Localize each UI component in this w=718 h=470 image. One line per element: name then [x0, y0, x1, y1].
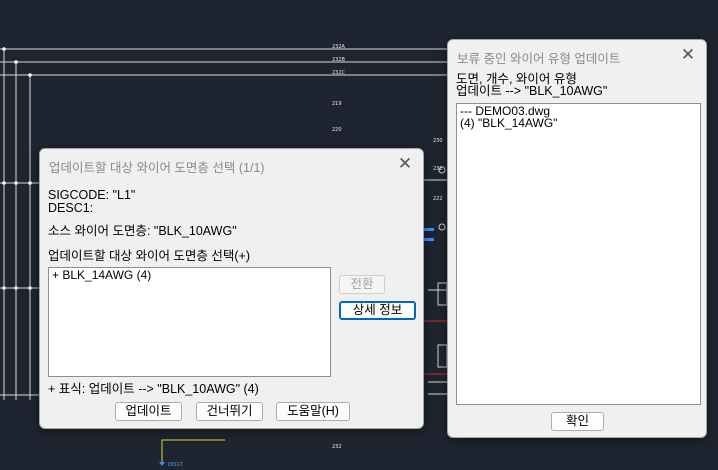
pending-updates-list[interactable]: --- DEMO03.dwg (4) "BLK_14AWG"	[456, 103, 701, 405]
cad-label: 222	[433, 196, 443, 202]
cad-label: 232	[332, 444, 342, 450]
update-target-layer-dialog: 업데이트할 대상 와이어 도면층 선택 (1/1) ✕ SIGCODE: "L1…	[39, 148, 424, 429]
cad-label: DIS17	[168, 462, 183, 468]
ok-button[interactable]: 확인	[551, 412, 604, 431]
dialog-titlebar[interactable]: 업데이트할 대상 와이어 도면층 선택 (1/1) ✕	[40, 149, 423, 179]
details-button[interactable]: 상세 정보	[339, 301, 416, 320]
dialog-titlebar[interactable]: 보류 중인 와이어 유형 업데이트 ✕	[448, 40, 706, 70]
target-layer-list[interactable]: + BLK_14AWG (4)	[48, 267, 331, 377]
target-layer-list-label: 업데이트할 대상 와이어 도면층 선택(+)	[48, 249, 251, 263]
cad-label: 232A	[332, 44, 346, 50]
close-icon[interactable]: ✕	[678, 45, 698, 65]
column-header-line2: 업데이트 --> "BLK_10AWG"	[456, 84, 608, 98]
cad-red-wires	[423, 320, 448, 375]
cad-junction-dots	[2, 47, 32, 290]
cad-label: 219	[332, 101, 342, 107]
cad-label: 232B	[332, 57, 346, 63]
cad-label: 230	[433, 138, 443, 144]
cad-label: 220	[332, 127, 342, 133]
dialog-title: 업데이트할 대상 와이어 도면층 선택 (1/1)	[49, 161, 265, 175]
help-button[interactable]: 도움말(H)	[276, 402, 350, 421]
pending-wire-type-updates-dialog: 보류 중인 와이어 유형 업데이트 ✕ 도면, 개수, 와이어 유형 업데이트 …	[447, 39, 707, 438]
source-layer-label: 소스 와이어 도면층: "BLK_10AWG"	[48, 224, 237, 238]
desc1-label: DESC1:	[48, 201, 94, 215]
marker-legend: + 표식: 업데이트 --> "BLK_10AWG" (4)	[48, 382, 259, 396]
list-item[interactable]: + BLK_14AWG (4)	[49, 269, 330, 281]
cad-label: 232C	[332, 70, 346, 76]
switch-button[interactable]: 전환	[339, 275, 385, 294]
list-item[interactable]: (4) "BLK_14AWG"	[457, 117, 700, 129]
cad-yellow-wire	[161, 439, 225, 462]
skip-button[interactable]: 건너뛰기	[196, 402, 263, 421]
close-icon[interactable]: ✕	[395, 154, 415, 174]
dialog-title: 보류 중인 와이어 유형 업데이트	[457, 52, 621, 66]
update-button[interactable]: 업데이트	[115, 402, 182, 421]
